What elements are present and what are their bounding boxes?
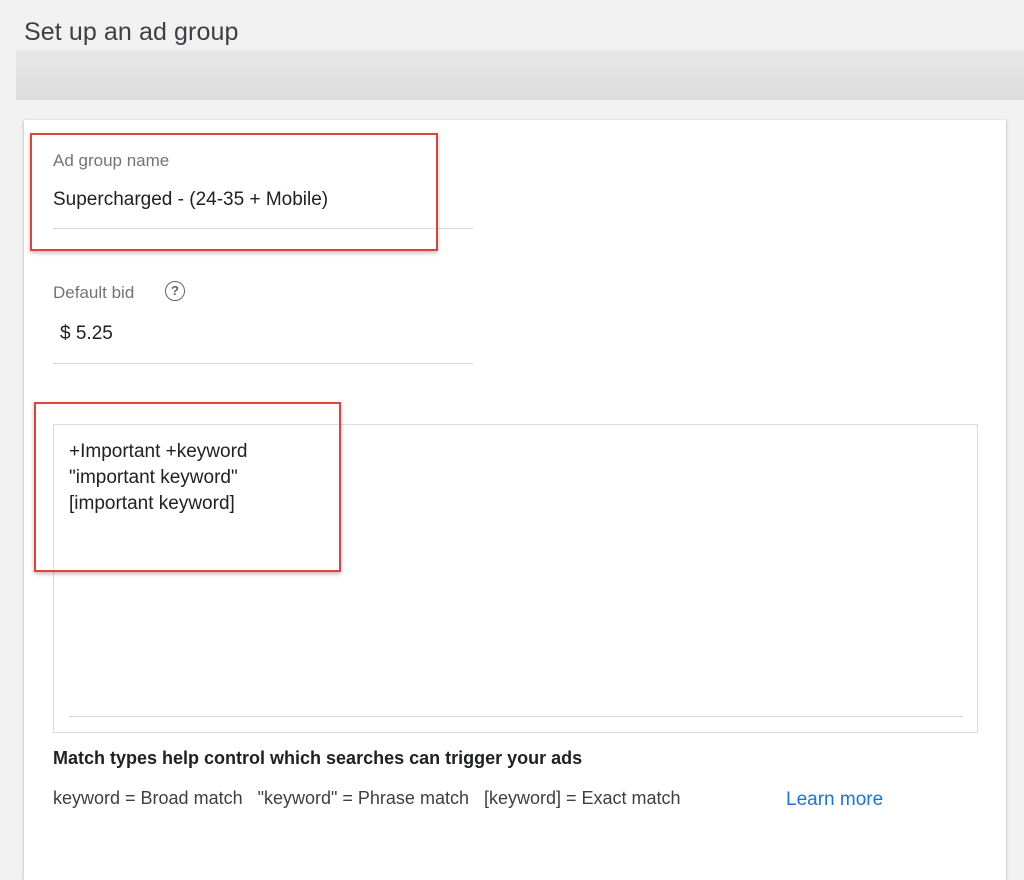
keywords-underline <box>69 716 963 717</box>
match-types-info: keyword = Broad match "keyword" = Phrase… <box>53 788 681 808</box>
default-bid-underline <box>53 363 473 364</box>
default-bid-label: Default bid <box>53 283 135 302</box>
keyword-line: +Important +keyword <box>69 441 248 462</box>
ad-group-name-input[interactable]: Supercharged - (24-35 + Mobile) <box>53 189 328 211</box>
help-circle-icon[interactable]: ? <box>165 281 185 301</box>
learn-more-link[interactable]: Learn more <box>786 789 883 811</box>
keyword-line: [important keyword] <box>69 493 235 514</box>
keyword-line: "important keyword" <box>69 467 238 488</box>
match-types-heading: Match types help control which searches … <box>53 748 583 768</box>
page-title: Set up an ad group <box>24 18 239 46</box>
header-bar <box>16 50 1024 100</box>
default-bid-input[interactable]: $ 5.25 <box>60 323 113 345</box>
ad-group-name-underline <box>53 228 473 229</box>
ad-group-name-label: Ad group name <box>53 151 170 170</box>
